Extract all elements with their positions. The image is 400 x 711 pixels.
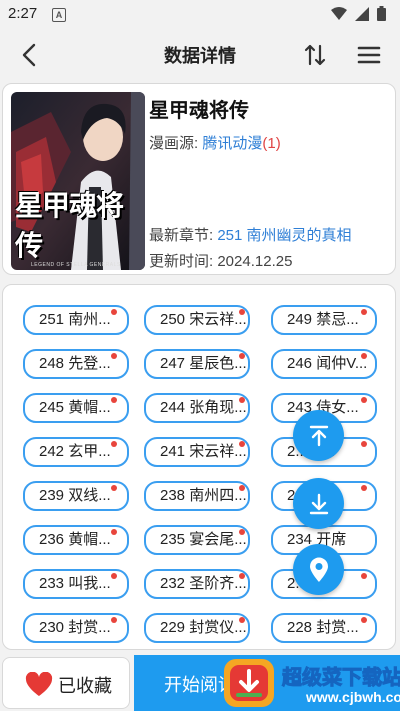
new-dot	[111, 353, 117, 359]
chapter-label: 245 黄帽...	[39, 399, 111, 416]
new-dot	[361, 397, 367, 403]
new-dot	[239, 309, 245, 315]
chapter-chip[interactable]: 235 宴会尾...	[144, 525, 250, 555]
comic-title: 星甲魂将传	[149, 100, 249, 122]
updated-date: 2024.12.25	[217, 253, 293, 270]
watermark-logo	[224, 659, 274, 707]
source-label: 漫画源:	[149, 135, 199, 152]
new-dot	[111, 309, 117, 315]
new-dot	[361, 485, 367, 491]
chapter-label: 244 张角现...	[160, 399, 247, 416]
new-dot	[111, 485, 117, 491]
new-dot	[111, 573, 117, 579]
chapter-label: 249 禁忌...	[287, 311, 359, 328]
source-row: 漫画源: 腾讯动漫(1)	[149, 132, 281, 153]
latest-chapter-row: 最新章节: 251 南州幽灵的真相	[149, 224, 352, 245]
latest-chapter-link[interactable]: 251 南州幽灵的真相	[217, 227, 351, 244]
chapter-label: 233 叫我...	[39, 575, 111, 592]
chapter-chip[interactable]: 250 宋云祥...	[144, 305, 250, 335]
cover-title-art: 星甲魂将传	[15, 189, 124, 262]
page-title: 数据详情	[164, 46, 236, 66]
status-icons	[331, 6, 386, 21]
new-dot	[361, 353, 367, 359]
chapter-grid: 251 南州... 250 宋云祥... 249 禁忌... 248 先登...…	[2, 284, 396, 650]
arrow-to-bottom-icon	[309, 493, 328, 514]
chapter-chip[interactable]: 232 圣阶齐...	[144, 569, 250, 599]
chapter-label: 247 星辰色...	[160, 355, 247, 372]
chapter-label: 230 封赏...	[39, 619, 111, 636]
chapter-label: 239 双线...	[39, 487, 111, 504]
back-arrow-icon[interactable]	[18, 42, 44, 68]
chapter-chip[interactable]: 238 南州四...	[144, 481, 250, 511]
new-dot	[361, 617, 367, 623]
menu-icon[interactable]	[356, 43, 382, 67]
chapter-label: 236 黄帽...	[39, 531, 111, 548]
new-dot	[111, 397, 117, 403]
sort-icon[interactable]	[302, 42, 328, 68]
new-dot	[361, 441, 367, 447]
chapter-chip[interactable]: 244 张角现...	[144, 393, 250, 423]
watermark: 超级菜下载站 www.cjbwh.com	[222, 655, 400, 711]
new-dot	[111, 441, 117, 447]
new-dot	[239, 573, 245, 579]
location-pin-icon	[309, 557, 328, 582]
chapter-label: 242 玄甲...	[39, 443, 111, 460]
new-dot	[239, 485, 245, 491]
chapter-label: 235 宴会尾...	[160, 531, 247, 548]
source-link[interactable]: 腾讯动漫	[202, 135, 262, 152]
new-dot	[239, 441, 245, 447]
updated-label: 更新时间:	[149, 253, 214, 270]
status-time: 2:27	[8, 5, 38, 22]
favorite-label: 已收藏	[58, 676, 112, 696]
updated-row: 更新时间: 2024.12.25	[149, 250, 292, 271]
chapter-label: 248 先登...	[39, 355, 111, 372]
chapter-label: 228 封赏...	[287, 619, 359, 636]
notification-icon: A	[52, 8, 66, 22]
chapter-label: 238 南州四...	[160, 487, 247, 504]
comic-cover[interactable]: 星甲魂将传 LEGEND OF STELLA GENERALS	[11, 92, 145, 270]
chapter-label: 229 封赏仪...	[160, 619, 247, 636]
scroll-to-top-button[interactable]	[293, 410, 344, 461]
chapter-label: 251 南州...	[39, 311, 111, 328]
battery-icon	[377, 6, 386, 21]
chapter-label: 246 闻仲V...	[287, 355, 368, 372]
latest-label: 最新章节:	[149, 227, 214, 244]
new-dot	[361, 573, 367, 579]
source-count: (1)	[262, 135, 281, 152]
comic-info-card: 星甲魂将传 LEGEND OF STELLA GENERALS 星甲魂将传 漫画…	[2, 83, 396, 275]
chapter-chip[interactable]: 241 宋云祥...	[144, 437, 250, 467]
watermark-url: www.cjbwh.com	[306, 689, 400, 705]
chapter-label: 241 宋云祥...	[160, 443, 247, 460]
watermark-text: 超级菜下载站	[282, 665, 400, 690]
cover-subtitle-art: LEGEND OF STELLA GENERALS	[31, 262, 121, 268]
new-dot	[239, 353, 245, 359]
chapter-label: 250 宋云祥...	[160, 311, 247, 328]
favorite-button[interactable]: 已收藏	[2, 657, 130, 709]
scroll-to-bottom-button[interactable]	[293, 478, 344, 529]
new-dot	[361, 309, 367, 315]
wifi-icon	[331, 6, 347, 20]
arrow-to-top-icon	[309, 425, 328, 446]
new-dot	[111, 617, 117, 623]
new-dot	[239, 529, 245, 535]
chapter-label: 232 圣阶齐...	[160, 575, 247, 592]
new-dot	[239, 397, 245, 403]
locate-chapter-button[interactable]	[293, 544, 344, 595]
new-dot	[239, 617, 245, 623]
status-bar: 2:27 A	[0, 0, 400, 28]
heart-icon	[25, 672, 53, 696]
new-dot	[111, 529, 117, 535]
signal-icon	[355, 6, 369, 21]
top-nav-bar: 数据详情	[0, 28, 400, 80]
chapter-chip[interactable]: 229 封赏仪...	[144, 613, 250, 643]
chapter-chip[interactable]: 247 星辰色...	[144, 349, 250, 379]
